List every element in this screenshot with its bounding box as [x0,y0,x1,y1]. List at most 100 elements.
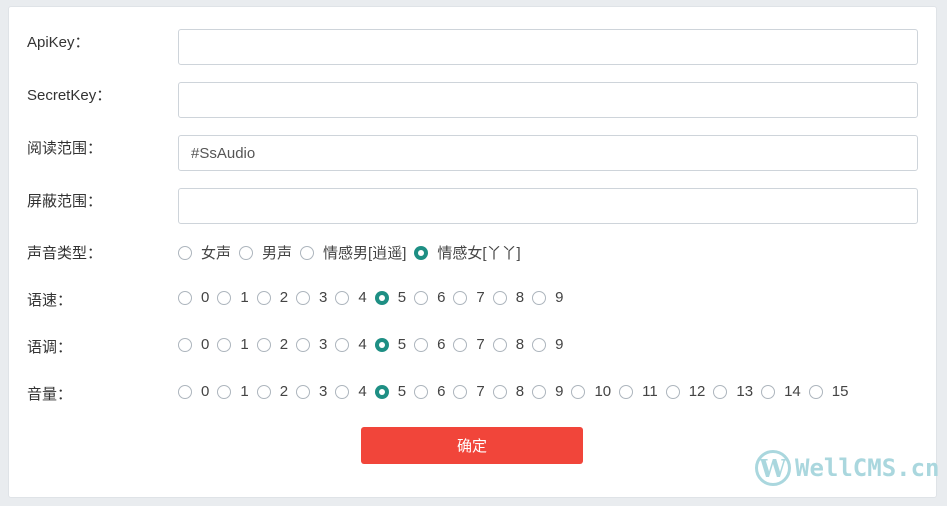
speed-option[interactable]: 4 [335,289,367,306]
volume-option[interactable]: 1 [217,383,249,400]
radio-option-label: 15 [831,383,849,400]
volume-option[interactable]: 14 [761,383,801,400]
radio-button[interactable] [178,245,192,260]
pitch-option[interactable]: 2 [256,336,288,353]
secretkey-input[interactable] [178,82,918,118]
volume-option[interactable]: 3 [296,383,327,400]
radio-option-label: 4 [358,289,367,306]
radio-option-label: 0 [201,336,210,353]
apikey-input[interactable] [178,29,918,65]
read-scope-input[interactable] [178,135,918,171]
pitch-option[interactable]: 0 [178,336,209,353]
speed-label: 语速： [27,292,73,309]
radio-button[interactable] [335,337,350,352]
volume-option[interactable]: 0 [178,383,209,400]
block-scope-label: 屏蔽范围： [27,193,103,210]
radio-button[interactable] [414,245,429,260]
volume-option[interactable]: 8 [492,383,524,400]
speed-option[interactable]: 2 [256,289,288,306]
pitch-option[interactable]: 4 [335,336,367,353]
radio-button[interactable] [256,337,271,352]
secretkey-label: SecretKey： [27,87,112,104]
radio-button[interactable] [665,384,680,399]
speed-option[interactable]: 0 [178,289,209,306]
radio-button[interactable] [300,245,315,260]
volume-option[interactable]: 5 [374,383,406,400]
radio-button[interactable] [492,384,507,399]
volume-option[interactable]: 2 [256,383,288,400]
radio-button[interactable] [414,337,429,352]
radio-option-label: 3 [319,289,328,306]
watermark-text: WellCMS.cn [795,454,940,482]
radio-button[interactable] [571,384,586,399]
radio-button[interactable] [374,384,389,399]
radio-option-label: 6 [437,383,446,400]
volume-option[interactable]: 12 [665,383,705,400]
radio-button[interactable] [808,384,823,399]
radio-button[interactable] [453,384,468,399]
radio-button[interactable] [713,384,728,399]
radio-button[interactable] [492,290,507,305]
volume-option[interactable]: 15 [808,383,849,400]
voice-type-option[interactable]: 男声 [239,242,292,263]
radio-option-label: 13 [736,383,754,400]
volume-option[interactable]: 4 [335,383,367,400]
pitch-option[interactable]: 1 [217,336,249,353]
radio-button[interactable] [761,384,776,399]
radio-button[interactable] [256,290,271,305]
radio-button[interactable] [256,384,271,399]
speed-option[interactable]: 8 [492,289,524,306]
radio-button[interactable] [619,384,634,399]
radio-button[interactable] [296,384,311,399]
volume-option[interactable]: 11 [619,383,658,400]
radio-button[interactable] [217,337,232,352]
radio-button[interactable] [217,290,232,305]
speed-option[interactable]: 6 [414,289,445,306]
radio-button[interactable] [178,337,192,352]
radio-button[interactable] [296,290,311,305]
radio-button[interactable] [532,290,547,305]
radio-button[interactable] [492,337,507,352]
volume-option[interactable]: 7 [453,383,485,400]
speed-option[interactable]: 5 [374,289,406,306]
radio-button[interactable] [239,245,254,260]
radio-button[interactable] [374,290,389,305]
confirm-button[interactable]: 确定 [361,427,583,464]
radio-button[interactable] [414,290,429,305]
speed-option[interactable]: 1 [217,289,249,306]
radio-button[interactable] [296,337,311,352]
radio-button[interactable] [335,290,350,305]
radio-button[interactable] [217,384,232,399]
radio-button[interactable] [414,384,429,399]
volume-option[interactable]: 10 [571,383,611,400]
speed-option[interactable]: 9 [532,289,563,306]
apikey-label: ApiKey： [27,34,90,51]
radio-button[interactable] [178,290,192,305]
radio-button[interactable] [532,337,547,352]
radio-option-label: 11 [642,383,658,400]
voice-type-option[interactable]: 情感女[丫丫] [414,242,521,263]
voice-type-option[interactable]: 情感男[逍遥] [300,242,406,263]
pitch-option[interactable]: 3 [296,336,327,353]
block-scope-input[interactable] [178,188,918,224]
volume-option[interactable]: 9 [532,383,563,400]
voice-type-option[interactable]: 女声 [178,242,231,263]
pitch-option[interactable]: 5 [374,336,406,353]
volume-group: 0 1 2 3 4 5 6 7 8 9 10 11 12 13 14 15 [178,383,856,400]
radio-button[interactable] [453,337,468,352]
pitch-option[interactable]: 8 [492,336,524,353]
pitch-group: 0 1 2 3 4 5 6 7 8 9 [178,336,571,353]
radio-button[interactable] [532,384,547,399]
volume-option[interactable]: 6 [414,383,445,400]
radio-button[interactable] [453,290,468,305]
speed-option[interactable]: 7 [453,289,485,306]
pitch-option[interactable]: 7 [453,336,485,353]
wellcms-watermark: W WellCMS.cn [755,450,940,486]
pitch-option[interactable]: 9 [532,336,563,353]
volume-option[interactable]: 13 [713,383,753,400]
radio-button[interactable] [335,384,350,399]
radio-button[interactable] [178,384,192,399]
pitch-option[interactable]: 6 [414,336,445,353]
speed-option[interactable]: 3 [296,289,327,306]
radio-button[interactable] [374,337,389,352]
